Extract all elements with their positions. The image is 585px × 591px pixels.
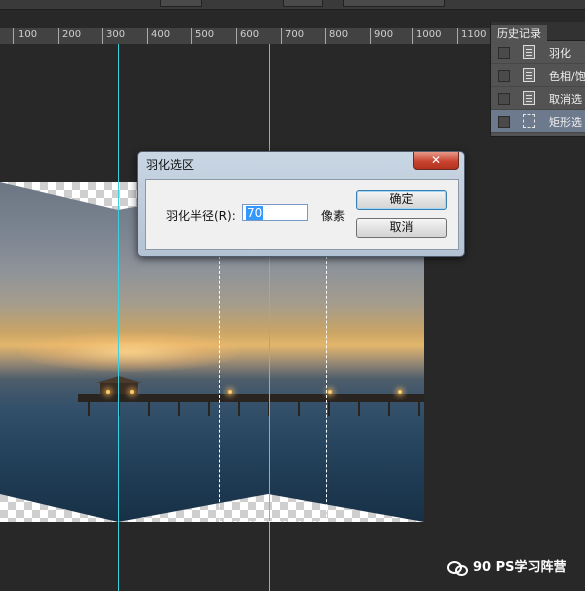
feather-selection-dialog: 羽化选区 ✕ 羽化半径(R): 70 像素 确定 取消 xyxy=(137,151,465,257)
vertical-guide[interactable] xyxy=(118,44,119,591)
ruler-tick xyxy=(191,28,192,44)
ruler-label: 1100 xyxy=(461,29,487,40)
ruler-tick xyxy=(147,28,148,44)
rect-select-icon xyxy=(523,114,535,128)
history-item-label: 取消选 xyxy=(549,93,582,106)
options-bar xyxy=(0,0,585,10)
ruler-tick xyxy=(325,28,326,44)
history-item-active[interactable]: 矩形选 xyxy=(491,110,585,133)
options-control[interactable] xyxy=(343,0,445,7)
history-item-label: 羽化 xyxy=(549,47,571,60)
history-item[interactable]: 取消选 xyxy=(491,87,585,110)
feather-radius-input[interactable]: 70 xyxy=(242,204,308,221)
options-control[interactable] xyxy=(283,0,323,7)
snapshot-checkbox[interactable] xyxy=(498,116,510,128)
ok-button[interactable]: 确定 xyxy=(356,190,447,210)
ruler-label: 100 xyxy=(18,29,38,40)
history-item-label: 矩形选 xyxy=(549,116,582,129)
selection-marquee-bottom xyxy=(219,521,326,522)
ruler-tick xyxy=(58,28,59,44)
unit-label: 像素 xyxy=(321,209,346,223)
ruler-label: 200 xyxy=(62,29,82,40)
feather-radius-label: 羽化半径(R): xyxy=(166,209,236,223)
selection-marquee[interactable] xyxy=(219,256,327,522)
snapshot-checkbox[interactable] xyxy=(498,70,510,82)
snapshot-checkbox[interactable] xyxy=(498,47,510,59)
wechat-icon xyxy=(447,560,468,576)
ruler-label: 800 xyxy=(329,29,349,40)
dialog-title: 羽化选区 xyxy=(146,158,195,172)
ruler-tick xyxy=(370,28,371,44)
watermark: 90 PS学习阵营 xyxy=(447,556,567,576)
history-panel: 历史记录 羽化 色相/饱 取消选 矩形选 xyxy=(490,22,585,137)
ruler-tick xyxy=(457,28,458,44)
history-item-label: 色相/饱 xyxy=(549,70,585,83)
ruler-label: 500 xyxy=(195,29,215,40)
ruler-label: 400 xyxy=(151,29,171,40)
feather-radius-value: 70 xyxy=(246,206,264,220)
close-button[interactable]: ✕ xyxy=(413,152,459,170)
ruler-label: 900 xyxy=(374,29,394,40)
ruler-label: 700 xyxy=(285,29,305,40)
options-control[interactable] xyxy=(160,0,202,7)
ruler-label: 1000 xyxy=(416,29,442,40)
sunset-glow xyxy=(20,332,240,372)
ruler-tick xyxy=(236,28,237,44)
ruler-tick xyxy=(13,28,14,44)
watermark-text: 90 PS学习阵营 xyxy=(473,560,567,575)
cancel-button[interactable]: 取消 xyxy=(356,218,447,238)
ruler-label: 600 xyxy=(240,29,260,40)
ruler-tick xyxy=(412,28,413,44)
document-icon xyxy=(523,91,535,105)
snapshot-checkbox[interactable] xyxy=(498,93,510,105)
close-icon: ✕ xyxy=(430,153,442,167)
ruler-label: 300 xyxy=(106,29,126,40)
history-tabbar: 历史记录 xyxy=(491,22,585,43)
history-item[interactable]: 羽化 xyxy=(491,41,585,64)
dialog-titlebar[interactable]: 羽化选区 ✕ xyxy=(138,152,464,174)
ruler-tick xyxy=(281,28,282,44)
dialog-body: 羽化半径(R): 70 像素 确定 取消 xyxy=(145,179,459,250)
ruler-tick xyxy=(102,28,103,44)
document-icon xyxy=(523,45,535,59)
document-icon xyxy=(523,68,535,82)
history-item[interactable]: 色相/饱 xyxy=(491,64,585,87)
